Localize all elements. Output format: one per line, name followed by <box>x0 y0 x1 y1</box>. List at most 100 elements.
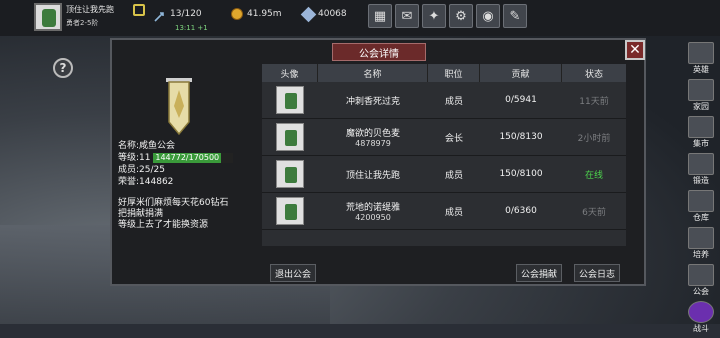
gem-icon <box>300 6 317 23</box>
guild-name-label: 名称: <box>118 141 140 151</box>
member-name: 冲刺香死过克 <box>345 96 400 107</box>
member-role: 成员 <box>444 207 463 218</box>
member-table-header: 头像 名称 职位 贡献 状态 <box>262 64 626 82</box>
guild-notice: 好厚米们麻烦每天花60钻石 把捐献捐满 等级上去了才能换资源 <box>118 198 258 231</box>
member-contrib: 150/8100 <box>499 169 543 179</box>
notice-line: 等级上去了才能换资源 <box>118 220 209 230</box>
help-question-icon[interactable]: ? <box>53 58 73 78</box>
col-name: 名称 <box>318 64 428 82</box>
chest-icon <box>688 190 714 212</box>
guild-members: 25/25 <box>139 165 165 175</box>
guild-info: 名称:咸鱼公会 等级:11 144772/170500 成员:25/25 荣誉:… <box>118 140 234 188</box>
col-avatar: 头像 <box>262 64 318 82</box>
member-name-cell: 顶住让我先跑 <box>318 156 428 192</box>
member-avatar[interactable] <box>276 160 304 188</box>
member-id: 4878979 <box>355 139 391 148</box>
member-role <box>428 230 480 246</box>
energy-timer: 13:11 +1 <box>175 24 208 32</box>
member-avatar-cell <box>262 230 318 246</box>
gold-value: 41.95m <box>247 9 282 19</box>
notice-line: 把捐献捐满 <box>118 209 164 219</box>
guild-exp-text: 144772/170500 <box>155 152 220 162</box>
member-avatar-cell <box>262 193 318 229</box>
member-avatar[interactable] <box>276 197 304 225</box>
table-row[interactable]: 荒地的诺缇雅 4200950 成员 0/6360 6天前 <box>262 193 626 230</box>
guild-icon <box>688 264 714 286</box>
member-name-cell: 冲刺香死过克 <box>318 82 428 118</box>
member-name: 顶住让我先跑 <box>345 170 400 181</box>
member-status: 2小时前 <box>577 133 611 144</box>
gem-value: 40068 <box>318 9 347 19</box>
guild-banner-icon <box>164 76 194 136</box>
hero-icon <box>688 42 714 64</box>
member-contrib <box>480 230 562 246</box>
sidebar-item-forge[interactable]: 锻造 <box>684 153 718 189</box>
player-avatar[interactable] <box>34 3 62 31</box>
col-contrib: 贡献 <box>480 64 562 82</box>
sidebar-item-home[interactable]: 家园 <box>684 79 718 115</box>
member-avatar[interactable] <box>276 86 304 114</box>
energy-icon <box>153 8 165 22</box>
shop-icon[interactable]: ▦ <box>368 4 392 28</box>
member-id: 4200950 <box>355 213 391 222</box>
table-row[interactable]: 魔欲的贝色麦 4878979 会长 150/8130 2小时前 <box>262 119 626 156</box>
sidebar-item-guild[interactable]: 公会 <box>684 264 718 300</box>
energy-value: 13/120 <box>170 9 202 19</box>
dialog-title: 公会详情 <box>332 43 426 61</box>
gift-icon[interactable]: ✦ <box>422 4 446 28</box>
member-status: 6天前 <box>582 207 606 218</box>
mail-icon[interactable]: ✉ <box>395 4 419 28</box>
member-avatar-cell <box>262 156 318 192</box>
market-icon <box>688 116 714 138</box>
col-status: 状态 <box>584 69 603 80</box>
member-avatar-cell <box>262 119 318 155</box>
sidebar-item-train[interactable]: 培养 <box>684 227 718 263</box>
guild-details-dialog: 公会详情 ✕ 名称:咸鱼公会 等级:11 144772/170500 成员:25… <box>110 38 646 286</box>
member-contrib: 150/8130 <box>499 132 543 142</box>
sidebar-item-hero[interactable]: 英雄 <box>684 42 718 78</box>
member-role: 成员 <box>444 96 463 107</box>
edit-icon[interactable] <box>133 4 145 16</box>
battle-portal-icon <box>688 301 714 323</box>
member-name-cell <box>318 230 428 246</box>
col-role: 职位 <box>428 64 480 82</box>
right-sidebar: 英雄 家园 集市 锻造 仓库 培养 公会 战斗 <box>684 42 718 338</box>
member-contrib: 0/5941 <box>505 95 537 105</box>
color-wheel-icon[interactable]: ◉ <box>476 4 500 28</box>
member-name: 魔欲的贝色麦 <box>345 129 400 139</box>
settings-gear-icon[interactable]: ⚙ <box>449 4 473 28</box>
notice-line: 好厚米们麻烦每天花60钻石 <box>118 198 229 208</box>
guild-donate-button[interactable]: 公会捐献 <box>516 264 563 282</box>
guild-members-label: 成员: <box>118 165 140 175</box>
member-role: 成员 <box>444 170 463 181</box>
member-status <box>562 230 626 246</box>
guild-name: 咸鱼公会 <box>139 141 176 151</box>
close-icon[interactable]: ✕ <box>625 40 645 60</box>
top-bar: 顶住让我先跑 勇者2-5阶 13/120 13:11 +1 41.95m 400… <box>0 0 720 36</box>
member-avatar-cell <box>262 82 318 118</box>
member-status: 11天前 <box>579 96 609 107</box>
member-contrib: 0/6360 <box>505 206 537 216</box>
sidebar-item-warehouse[interactable]: 仓库 <box>684 190 718 226</box>
table-row[interactable]: 顶住让我先跑 成员 150/8100 在线 <box>262 156 626 193</box>
table-row[interactable] <box>262 230 626 246</box>
sidebar-item-battle[interactable]: 战斗 <box>684 301 718 337</box>
guild-honor: 144862 <box>139 177 174 187</box>
player-name: 顶住让我先跑 <box>66 5 114 14</box>
guild-exp-bar: 144772/170500 <box>153 152 234 163</box>
member-name-cell: 魔欲的贝色麦 4878979 <box>318 119 428 155</box>
player-rank: 勇者2-5阶 <box>66 19 99 27</box>
feather-icon[interactable]: ✎ <box>503 4 527 28</box>
guild-level-label: 等级: <box>118 153 140 163</box>
member-avatar[interactable] <box>276 123 304 151</box>
table-row[interactable]: 冲刺香死过克 成员 0/5941 11天前 <box>262 82 626 119</box>
anvil-icon <box>688 153 714 175</box>
quit-guild-button[interactable]: 退出公会 <box>270 264 317 282</box>
home-icon <box>688 79 714 101</box>
member-status: 在线 <box>584 170 603 181</box>
guild-log-button[interactable]: 公会日志 <box>574 264 621 282</box>
member-role: 会长 <box>444 133 463 144</box>
guild-level: 11 <box>139 153 151 163</box>
guild-honor-label: 荣誉: <box>118 177 140 187</box>
sidebar-item-market[interactable]: 集市 <box>684 116 718 152</box>
